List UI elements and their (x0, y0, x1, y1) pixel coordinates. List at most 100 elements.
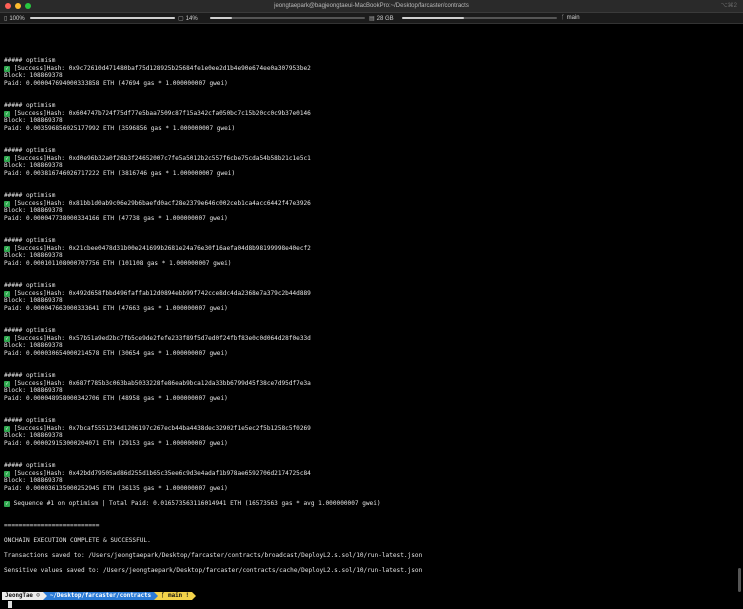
minimize-button[interactable] (15, 3, 21, 9)
terminal-line-text: Block: 108869378 (4, 297, 63, 304)
git-branch-icon: ᚴ (561, 15, 565, 21)
terminal-line-text: ##### optimism (4, 192, 56, 199)
text-cursor[interactable] (8, 601, 12, 608)
terminal-line: ✓ [Success]Hash: 0x9c72610d471480baf75d1… (4, 65, 739, 73)
cpu-percent: 14% (185, 15, 198, 22)
terminal-line: ##### optimism (4, 57, 739, 65)
terminal-line-text: [Success]Hash: 0x687f785b3c063bab5033228… (13, 379, 311, 387)
terminal-line-text: Block: 108869378 (4, 162, 63, 169)
terminal-line: ##### optimism (4, 282, 739, 290)
prompt-branch: main ! (168, 593, 190, 599)
terminal-line: ##### optimism (4, 462, 739, 470)
check-icon: ✓ (4, 110, 10, 117)
git-status: ᚴ main (561, 15, 580, 21)
check-icon: ✓ (4, 470, 10, 477)
terminal-line-text: Transactions saved to: /Users/jeongtaepa… (4, 552, 423, 559)
terminal-line-text: [Success]Hash: 0x81bb1d0ab9c06e29b6baefd… (13, 199, 311, 207)
terminal-line: Paid: 0.000048958000342706 ETH (48958 ga… (4, 395, 739, 403)
terminal-line: Paid: 0.003816746026717222 ETH (3816746 … (4, 170, 739, 178)
smiley-icon: ☺ (36, 593, 40, 599)
terminal-line-text: [Success]Hash: 0x7bcaf5551234d1206197c26… (13, 424, 311, 432)
terminal-line-text: Block: 108869378 (4, 477, 63, 484)
terminal-line-text: [Success]Hash: 0x42bdd79505ad86d255d1b65… (13, 469, 311, 477)
terminal-line-text: Block: 108869378 (4, 387, 63, 394)
terminal-line-text: Paid: 0.000048958000342706 ETH (48958 ga… (4, 394, 228, 402)
terminal-line-text: Paid: 0.000029153000204071 ETH (29153 ga… (4, 439, 228, 447)
terminal-line: ✓ Sequence #1 on optimism | Total Paid: … (4, 500, 739, 508)
terminal-line-text: Block: 108869378 (4, 252, 63, 259)
terminal-line: Paid: 0.003596856025177992 ETH (3596856 … (4, 125, 739, 133)
terminal-line: Paid: 0.000029153000204071 ETH (29153 ga… (4, 440, 739, 448)
terminal-line: ONCHAIN EXECUTION COMPLETE & SUCCESSFUL. (4, 537, 739, 545)
battery-bar (30, 17, 175, 19)
prompt-end-icon (192, 592, 197, 600)
terminal-line-text: Block: 108869378 (4, 432, 63, 439)
battery-status: ▯ 100% (4, 15, 25, 23)
memory-status: ▤ 28 GB (369, 15, 394, 23)
terminal-line-text: Paid: 0.000047694000333858 ETH (47694 ga… (4, 79, 228, 87)
terminal-line-text: ##### optimism (4, 327, 56, 334)
cpu-icon: ▢ (178, 16, 184, 22)
window-controls (5, 3, 31, 9)
check-icon: ✓ (4, 155, 10, 162)
terminal-line-text: ##### optimism (4, 372, 56, 379)
terminal-line-text: ##### optimism (4, 462, 56, 469)
scrollbar[interactable] (738, 568, 741, 592)
terminal-line-text: [Success]Hash: 0x57b51a9ed2bc7fb5ce9de2f… (13, 334, 311, 342)
terminal-line-text: ##### optimism (4, 282, 56, 289)
terminal-line-text: ##### optimism (4, 147, 56, 154)
terminal-line: ##### optimism (4, 417, 739, 425)
check-icon: ✓ (4, 335, 10, 342)
shell-prompt: JeongTae ☺ ~/Desktop/farcaster/contracts… (2, 592, 197, 600)
terminal-line-text: Block: 108869378 (4, 342, 63, 349)
terminal-line: ✓ [Success]Hash: 0x42bdd79505ad86d255d1b… (4, 470, 739, 478)
terminal-line-text: Paid: 0.000036135000252945 ETH (36135 ga… (4, 484, 228, 492)
terminal-line-text: [Success]Hash: 0xd0e96b32a0f26b3f2465200… (13, 154, 311, 162)
close-button[interactable] (5, 3, 11, 9)
cpu-graph (210, 17, 365, 19)
prompt-git: ᚴ main ! (158, 592, 193, 600)
terminal-line: Paid: 0.000047663000333641 ETH (47663 ga… (4, 305, 739, 313)
terminal-line: Paid: 0.000030654000214578 ETH (30654 ga… (4, 350, 739, 358)
window-shortcut: ⌥⌘2 (720, 3, 737, 9)
terminal-line-text: [Success]Hash: 0x492d658fbbd496faffab12d… (13, 289, 311, 297)
terminal-line: Block: 108869378 (4, 477, 739, 485)
zoom-button[interactable] (25, 3, 31, 9)
terminal-line: Block: 108869378 (4, 162, 739, 170)
terminal-line: Paid: 0.000047694000333858 ETH (47694 ga… (4, 80, 739, 88)
terminal-line-text: Paid: 0.000047663000333641 ETH (47663 ga… (4, 304, 228, 312)
status-bar: ▯ 100% ▢ 14% ▤ 28 GB ᚴ main (0, 13, 743, 24)
terminal-line: Block: 108869378 (4, 207, 739, 215)
terminal-line: Sensitive values saved to: /Users/jeongt… (4, 567, 739, 575)
terminal-line: Block: 108869378 (4, 387, 739, 395)
terminal-line: Paid: 0.000036135000252945 ETH (36135 ga… (4, 485, 739, 493)
terminal-line: Block: 108869378 (4, 252, 739, 260)
memory-icon: ▤ (369, 16, 375, 22)
terminal-line: Block: 108869378 (4, 72, 739, 80)
terminal-line-text: ##### optimism (4, 57, 56, 64)
terminal-line-text: Paid: 0.000047738000334166 ETH (47738 ga… (4, 214, 228, 222)
terminal-line-text: Paid: 0.003816746026717222 ETH (3816746 … (4, 169, 236, 177)
terminal-line: ✓ [Success]Hash: 0xd0e96b32a0f26b3f24652… (4, 155, 739, 163)
terminal-line-text: [Success]Hash: 0x9c72610d471480baf75d128… (13, 64, 311, 72)
terminal-line-text: ONCHAIN EXECUTION COMPLETE & SUCCESSFUL. (4, 537, 151, 544)
terminal-line: ✓ [Success]Hash: 0x604747b724f75df77e5ba… (4, 110, 739, 118)
terminal-line-text: [Success]Hash: 0x21cbee0478d31b00e241699… (13, 244, 311, 252)
terminal-line: ========================== (4, 522, 739, 530)
terminal-line: ✓ [Success]Hash: 0x57b51a9ed2bc7fb5ce9de… (4, 335, 739, 343)
